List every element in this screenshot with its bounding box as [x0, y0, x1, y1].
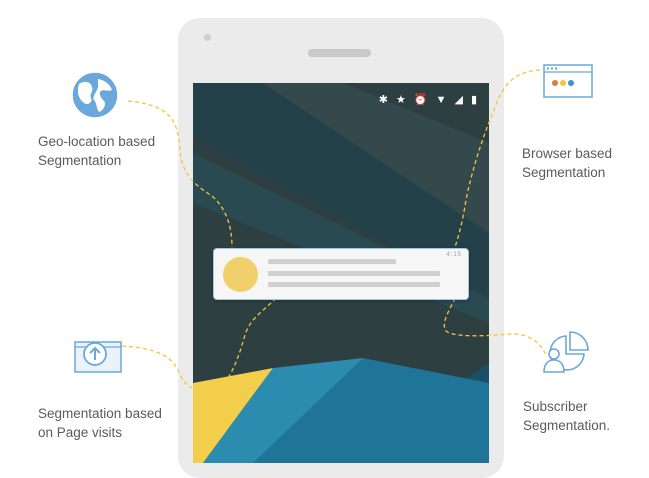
notification-text-line [268, 282, 440, 287]
subscriber-icon [543, 331, 589, 373]
browser-window-icon [543, 64, 593, 98]
notification-time: 4:15 [446, 252, 462, 258]
notification-avatar [223, 257, 258, 292]
page-label-line1: Segmentation based [38, 406, 162, 421]
connector-notification-bottom [227, 297, 277, 379]
geo-label-line2: Segmentation [38, 153, 122, 168]
page-visit-segmentation-label: Segmentation based on Page visits [38, 404, 162, 442]
globe-icon [71, 71, 119, 119]
geo-segmentation-label: Geo-location based Segmentation [38, 132, 155, 170]
notification-card: 4:15 [213, 248, 469, 300]
notification-title-line [268, 259, 396, 264]
subscriber-label-line1: Subscriber [523, 399, 588, 414]
page-label-line2: on Page visits [38, 425, 123, 440]
notification-text-line [268, 271, 440, 276]
geo-label-line1: Geo-location based [38, 134, 156, 149]
subscriber-label-line2: Segmentation. [523, 418, 611, 433]
page-visit-icon [74, 341, 122, 373]
connector-page [121, 345, 193, 389]
connector-subscriber [443, 297, 547, 356]
browser-label-line2: Segmentation [522, 165, 606, 180]
connector-geo [127, 100, 233, 248]
subscriber-segmentation-label: Subscriber Segmentation. [523, 397, 610, 435]
browser-label-line1: Browser based [522, 146, 613, 161]
browser-segmentation-label: Browser based Segmentation [522, 144, 612, 182]
